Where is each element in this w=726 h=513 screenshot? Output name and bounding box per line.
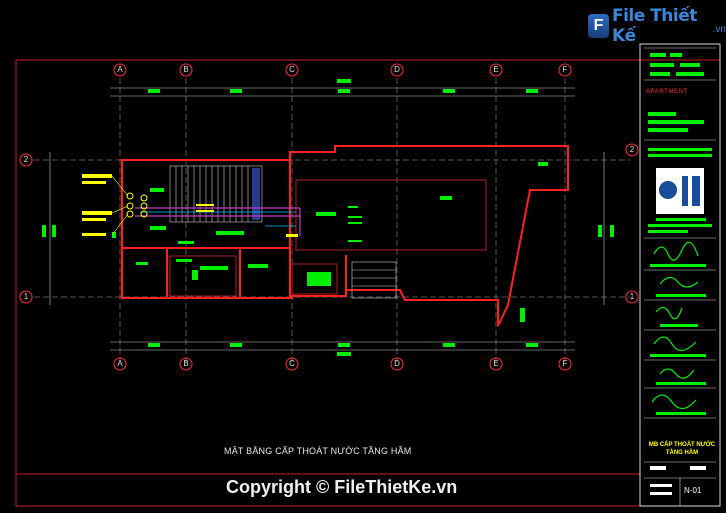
building-outline — [121, 145, 569, 327]
grid-label-left: 2 — [23, 155, 29, 164]
grid-label-top: B — [183, 65, 189, 74]
staircase — [169, 165, 397, 299]
grid-label-top: C — [289, 65, 295, 74]
sheet-title: MB CẤP THOÁT NƯỚC TẦNG HẦM — [648, 442, 716, 456]
grid-label-bottom: C — [289, 359, 295, 368]
grid-label-right: 1 — [629, 292, 635, 301]
copyright-watermark: Copyright © FileThietKe.vn — [226, 477, 458, 497]
grid-label-right: 2 — [629, 145, 635, 154]
logo-badge-icon: F — [588, 14, 609, 38]
grid-label-bottom: A — [117, 359, 123, 368]
drawing-caption: MẶT BẰNG CẤP THOÁT NƯỚC TẦNG HẦM — [224, 446, 412, 456]
grid-bubbles — [19, 63, 639, 371]
logo-suffix: .vn — [712, 23, 726, 35]
grid-label-bottom: F — [562, 359, 568, 368]
grid-label-bottom: B — [183, 359, 189, 368]
grid-label-top: D — [394, 65, 400, 74]
grid-label-top: E — [493, 65, 499, 74]
grid-label-top: F — [562, 65, 568, 74]
grid-label-top: A — [117, 65, 123, 74]
sheet-number: N-01 — [684, 486, 702, 495]
project-name: APARTMENT — [646, 89, 688, 95]
grid-label-bottom: D — [394, 359, 400, 368]
cad-drawing-canvas — [15, 43, 721, 507]
site-logo[interactable]: F File Thiết Kế .vn — [588, 6, 726, 46]
grid-label-left: 1 — [23, 292, 29, 301]
grid-label-bottom: E — [493, 359, 499, 368]
logo-name: File Thiết Kế — [611, 6, 697, 46]
